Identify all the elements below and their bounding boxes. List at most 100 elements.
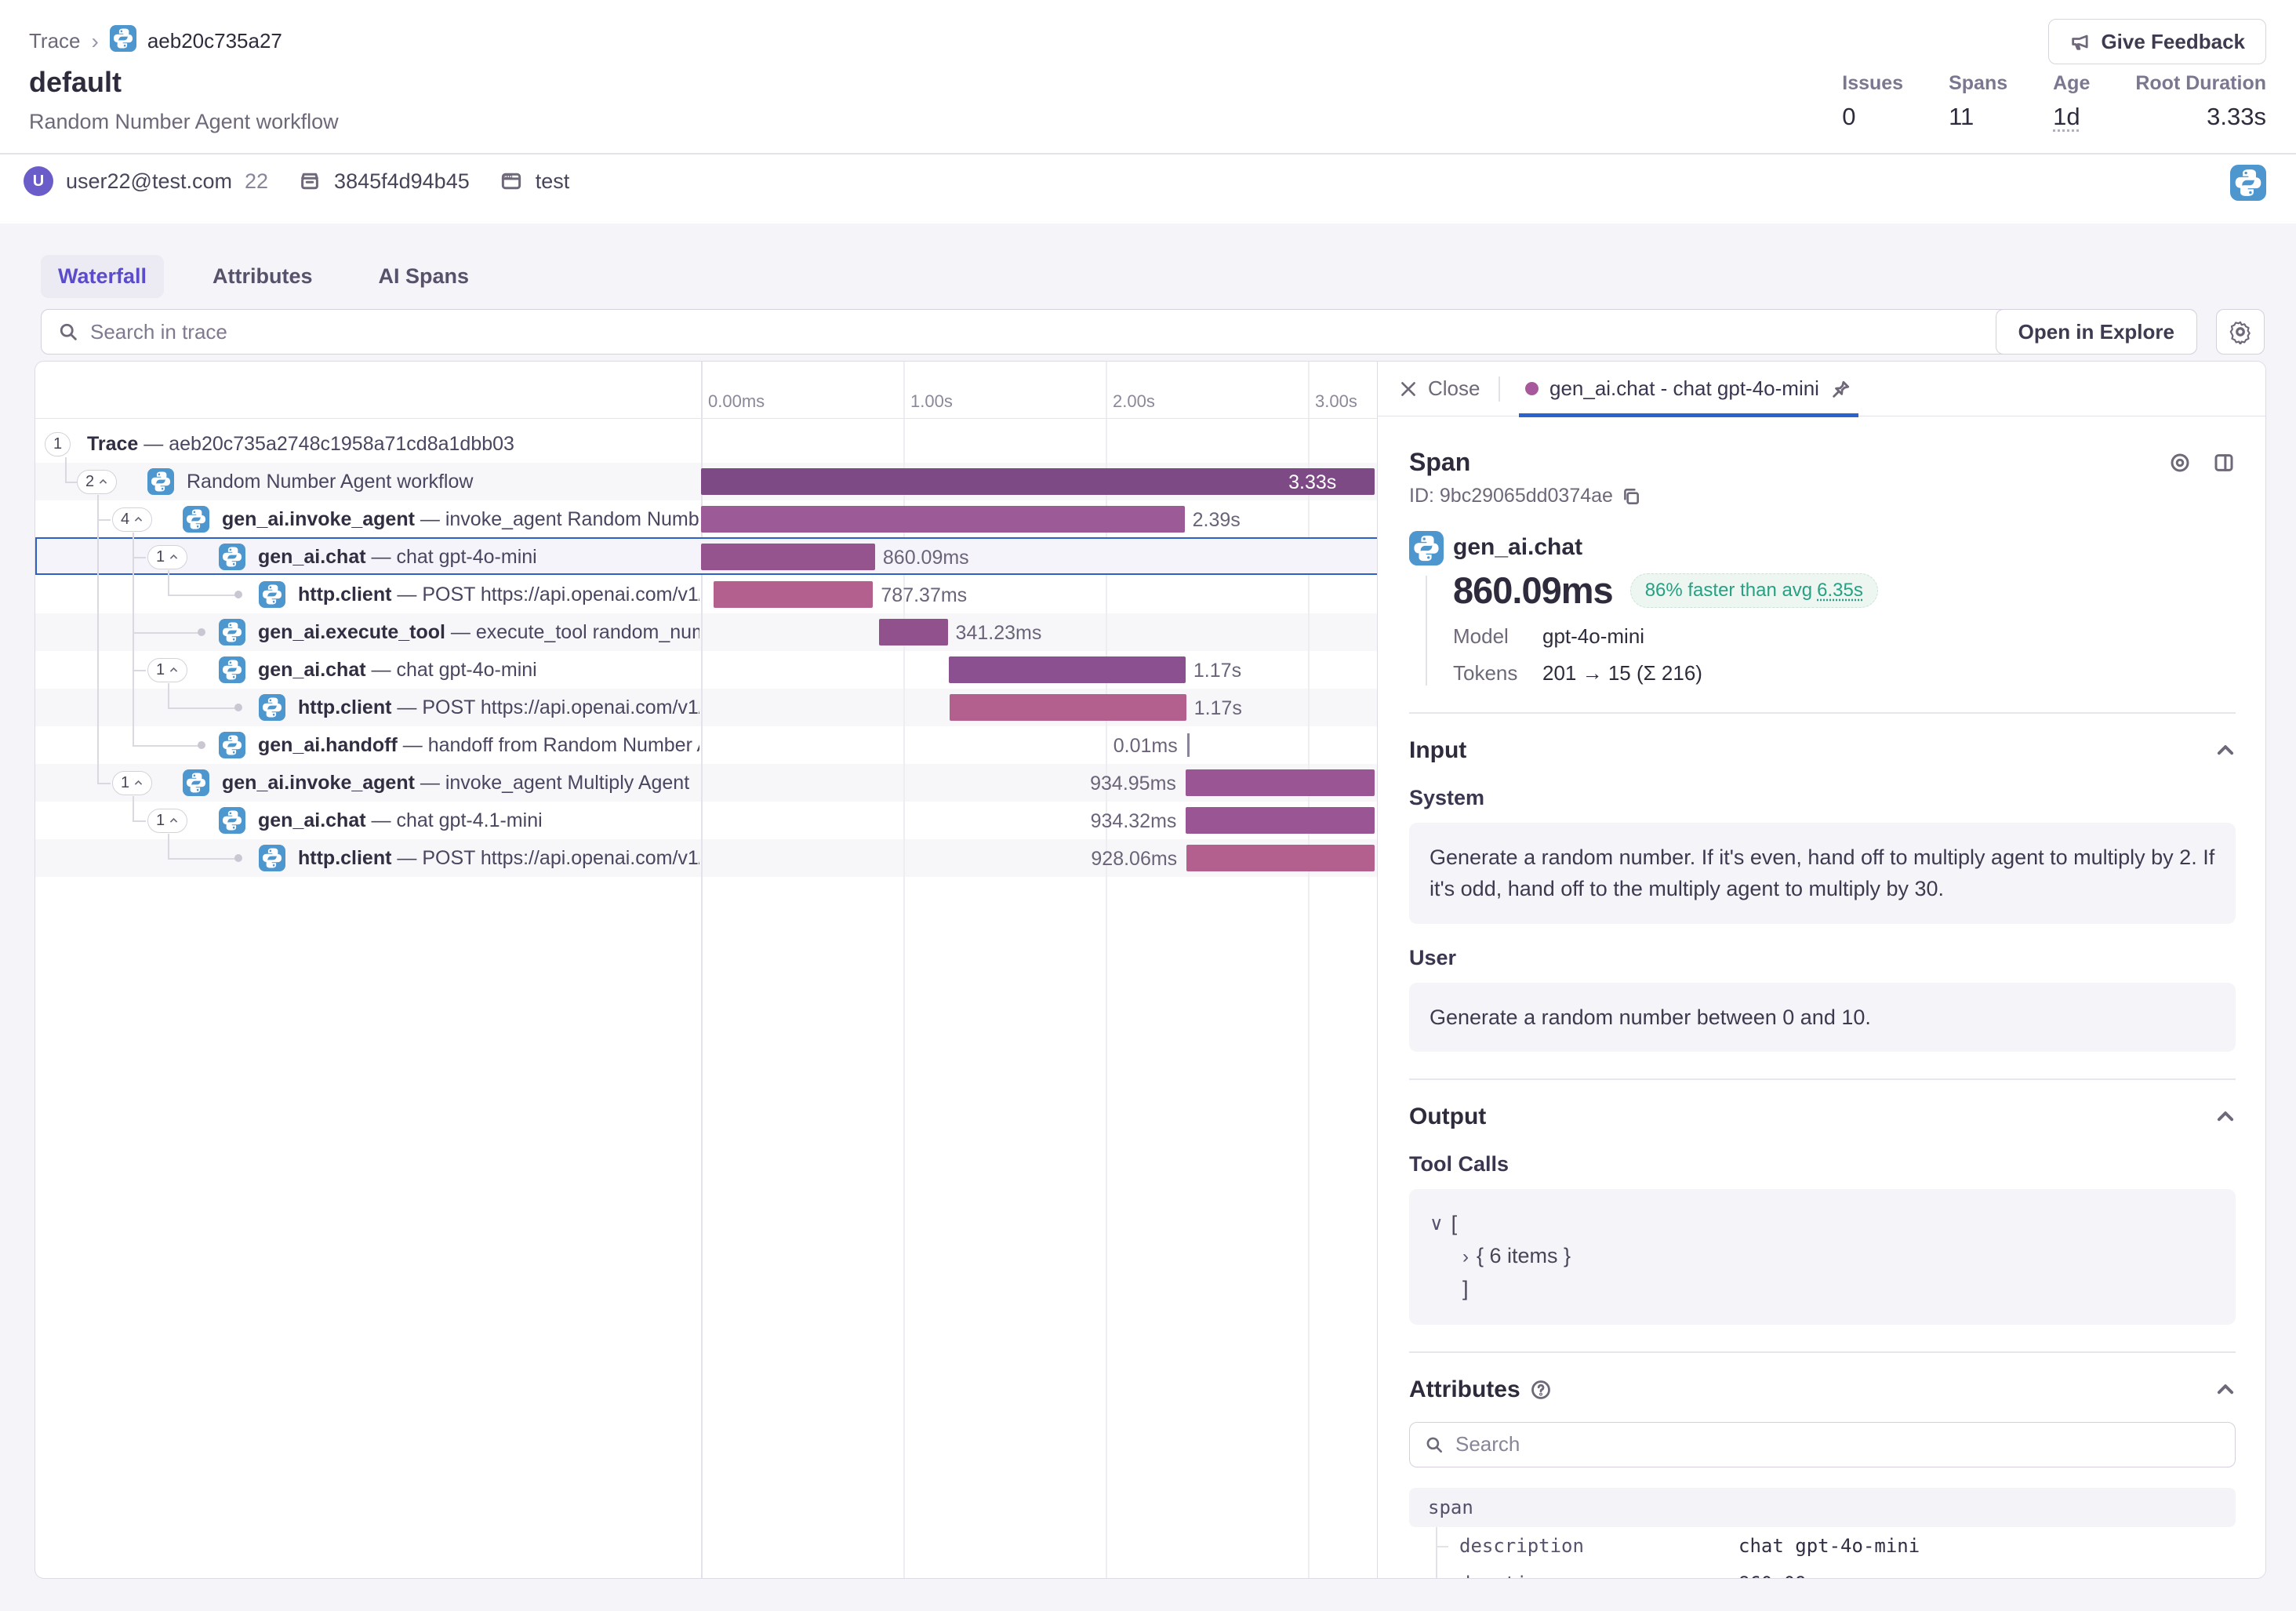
span-bar[interactable]: [1186, 807, 1375, 834]
attribute-group-span[interactable]: span: [1409, 1488, 2236, 1527]
span-bar[interactable]: [714, 581, 873, 608]
span-duration-label: 2.39s: [1193, 509, 1241, 532]
chevron-up-icon[interactable]: [2215, 1380, 2236, 1400]
span-row[interactable]: 2Random Number Agent workflow3.33s: [35, 463, 1377, 500]
page-header: Trace › aeb20c735a27 Give Feedback defau…: [0, 0, 2296, 224]
open-in-explore-button[interactable]: Open in Explore: [1996, 309, 2197, 355]
attributes-section-title: Attributes: [1409, 1376, 1520, 1403]
trace-search-bar[interactable]: [41, 309, 2026, 355]
tab-attributes[interactable]: Attributes: [195, 255, 330, 298]
trace-meta-row: U user22@test.com 22 3845f4d94b45 test: [24, 166, 569, 196]
stat-spans: Spans11: [1949, 72, 2007, 131]
trace-search-input[interactable]: [90, 320, 2010, 344]
span-duration-label: 341.23ms: [956, 622, 1042, 645]
span-row[interactable]: 4gen_ai.invoke_agent — invoke_agent Rand…: [35, 500, 1377, 538]
detail-tab-span[interactable]: gen_ai.chat - chat gpt-4o-mini: [1519, 362, 1858, 416]
span-row[interactable]: 1 gen_ai.invoke_agent — invoke_agent Mult…: [35, 764, 1377, 802]
system-label: System: [1409, 786, 2236, 810]
axis-tick: 0.00ms: [708, 391, 765, 412]
attribute-value: chat gpt-4o-mini: [1738, 1535, 1920, 1557]
chevron-right-icon[interactable]: ›: [1462, 1242, 1469, 1271]
span-bar[interactable]: [701, 468, 1375, 495]
chevron-down-icon[interactable]: ∨: [1430, 1209, 1444, 1238]
span-id: ID: 9bc29065dd0374ae: [1409, 485, 1613, 507]
children-count-badge[interactable]: 4: [112, 507, 152, 532]
children-count-badge[interactable]: 1: [112, 771, 152, 795]
span-row[interactable]: gen_ai.execute_tool — execute_tool rando…: [35, 613, 1377, 651]
search-icon: [1424, 1435, 1444, 1455]
avg-duration-value[interactable]: 6.35s: [1817, 580, 1863, 602]
span-label: http.client — POST https://api.openai.co…: [298, 847, 699, 870]
user-email[interactable]: user22@test.com: [66, 169, 232, 194]
settings-button[interactable]: [2216, 309, 2265, 355]
copy-icon[interactable]: [1621, 486, 1641, 507]
span-duration-label: 860.09ms: [883, 547, 969, 569]
python-icon: [219, 807, 245, 838]
span-bar[interactable]: [1186, 769, 1375, 796]
span-duration: 860.09ms: [1453, 569, 1613, 612]
span-row[interactable]: http.client — POST https://api.openai.co…: [35, 689, 1377, 726]
span-duration-label: 928.06ms: [1022, 848, 1177, 871]
release-id[interactable]: 3845f4d94b45: [334, 169, 470, 194]
close-detail-button[interactable]: Close: [1398, 376, 1480, 401]
tool-calls-label: Tool Calls: [1409, 1152, 2236, 1176]
chevron-up-icon[interactable]: [2215, 740, 2236, 761]
stat-age: Age1d: [2053, 72, 2090, 131]
span-op: gen_ai.chat: [1453, 534, 2236, 561]
focus-target-icon[interactable]: [2168, 451, 2192, 475]
span-duration-label: 787.37ms: [881, 584, 967, 607]
span-bar[interactable]: [950, 694, 1186, 721]
attributes-search-input[interactable]: [1455, 1432, 2221, 1456]
span-row[interactable]: http.client — POST https://api.openai.co…: [35, 839, 1377, 877]
span-bar-tick[interactable]: [1187, 733, 1190, 757]
attributes-table: span descriptionchat gpt-4o-miniduration…: [1409, 1488, 2236, 1578]
help-icon[interactable]: [1530, 1379, 1552, 1401]
span-row[interactable]: gen_ai.handoff — handoff from Random Num…: [35, 726, 1377, 764]
attributes-search[interactable]: [1409, 1422, 2236, 1467]
breadcrumb-trace-id: aeb20c735a27: [147, 29, 282, 53]
project-name[interactable]: test: [536, 169, 570, 194]
python-platform-icon: [2230, 165, 2266, 205]
model-value: gpt-4o-mini: [1542, 624, 1644, 649]
span-label: gen_ai.invoke_agent — invoke_agent Multi…: [222, 772, 689, 795]
close-icon: [1398, 379, 1419, 399]
span-label: gen_ai.handoff — handoff from Random Num…: [258, 734, 699, 757]
chevron-up-icon[interactable]: [2215, 1107, 2236, 1127]
span-bar[interactable]: [1186, 845, 1374, 871]
span-row[interactable]: 1gen_ai.chat — chat gpt-4.1-mini934.32ms: [35, 802, 1377, 839]
axis-tick: 2.00s: [1113, 391, 1155, 412]
trace-panel: 0.00ms1.00s2.00s3.00s1Trace — aeb20c735a…: [35, 361, 2266, 1579]
tab-waterfall[interactable]: Waterfall: [41, 255, 164, 298]
span-bar[interactable]: [701, 506, 1185, 533]
python-icon: [1409, 531, 1444, 569]
give-feedback-button[interactable]: Give Feedback: [2048, 19, 2266, 64]
children-count-badge[interactable]: 2: [77, 470, 117, 494]
span-bar[interactable]: [701, 544, 875, 570]
breadcrumb-trace-link[interactable]: Trace: [29, 29, 81, 53]
span-bar[interactable]: [879, 619, 948, 645]
avatar: U: [24, 166, 53, 196]
span-row[interactable]: 1 gen_ai.chat — chat gpt-4o-mini 860.09ms: [35, 538, 1377, 576]
span-label: Random Number Agent workflow: [187, 471, 473, 493]
attribute-row[interactable]: duration860.09: [1409, 1565, 2236, 1578]
page-title: default: [29, 66, 122, 99]
side-panel-icon[interactable]: [2212, 451, 2236, 475]
python-icon: [259, 845, 285, 875]
children-count-badge[interactable]: 1: [147, 809, 187, 833]
span-row[interactable]: 1Trace — aeb20c735a2748c1958a71cd8a1dbb0…: [35, 425, 1377, 463]
span-row[interactable]: http.client — POST https://api.openai.co…: [35, 576, 1377, 613]
children-count-badge[interactable]: 1: [147, 545, 187, 569]
children-count-badge[interactable]: 1: [45, 432, 71, 456]
span-duration-label: 1.17s: [1193, 660, 1241, 682]
span-row[interactable]: 1gen_ai.chat — chat gpt-4o-mini1.17s: [35, 651, 1377, 689]
tab-ai-spans[interactable]: AI Spans: [361, 255, 487, 298]
children-count-badge[interactable]: 1: [147, 658, 187, 682]
collapsed-object[interactable]: { 6 items }: [1477, 1240, 1571, 1273]
pin-icon[interactable]: [1830, 378, 1852, 400]
attribute-row[interactable]: descriptionchat gpt-4o-mini: [1409, 1527, 2236, 1565]
system-prompt-box: Generate a random number. If it's even, …: [1409, 823, 2236, 924]
span-label: gen_ai.chat — chat gpt-4o-mini: [258, 546, 537, 569]
span-detail-panel: Close gen_ai.chat - chat gpt-4o-mini Spa…: [1377, 362, 2266, 1578]
chevron-right-icon: ›: [92, 29, 99, 54]
span-bar[interactable]: [949, 656, 1186, 683]
